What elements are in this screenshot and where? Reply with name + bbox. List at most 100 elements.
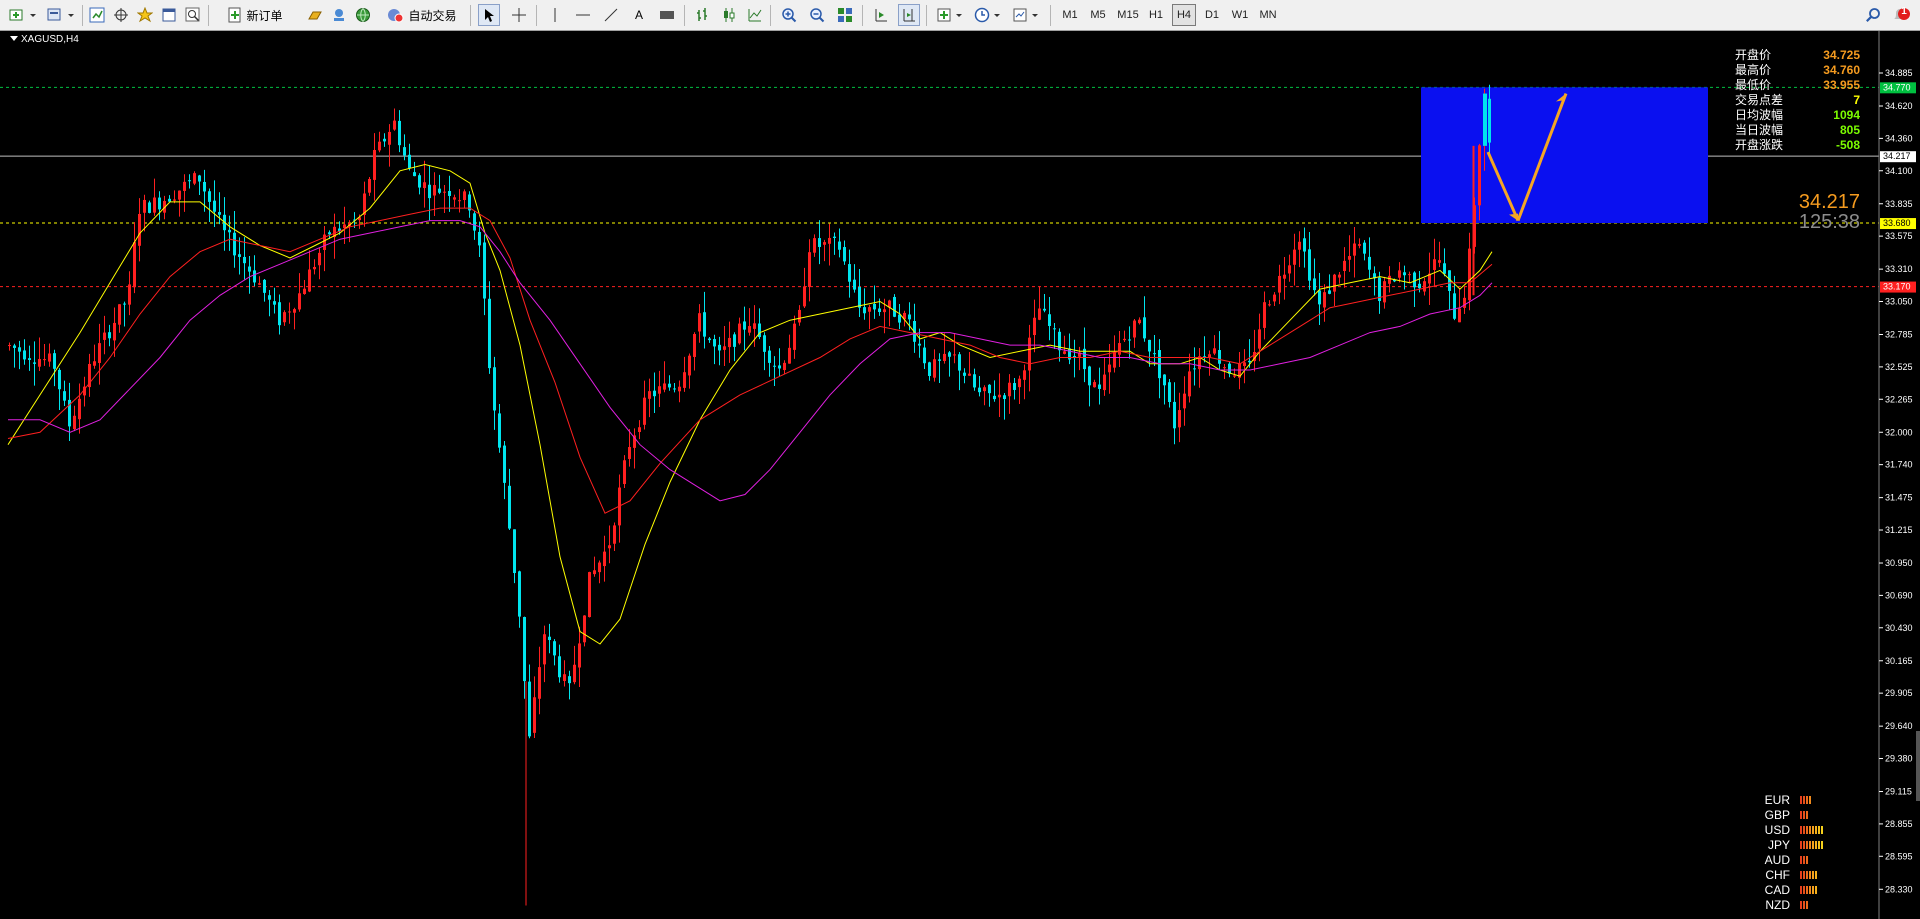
timeframe-d1[interactable]: D1 (1200, 4, 1224, 26)
candle-body (313, 266, 316, 270)
candle-body (443, 191, 446, 193)
timeframe-w1[interactable]: W1 (1228, 4, 1252, 26)
candle-body (318, 252, 321, 266)
candle-body (1418, 283, 1421, 289)
candle-body (1293, 249, 1296, 265)
autoscroll-button[interactable] (870, 4, 892, 26)
cursor-tool-button[interactable] (478, 4, 500, 26)
signals-button[interactable] (328, 4, 350, 26)
currency-name: CAD (1764, 882, 1790, 897)
candle-body (1018, 378, 1021, 388)
new-chart-button[interactable] (6, 4, 40, 26)
candle-body (383, 138, 386, 142)
signals-icon (334, 9, 344, 21)
price-axis-label: 34.885 (1885, 68, 1913, 78)
symbol-label: XAGUSD,H4 (10, 34, 79, 45)
navigator-button[interactable] (110, 4, 132, 26)
scroll-handle[interactable] (1916, 731, 1920, 801)
candle-body (1048, 314, 1051, 326)
price-axis-label: 28.855 (1885, 819, 1913, 829)
bar-chart-button[interactable] (692, 4, 714, 26)
candle-body (1268, 304, 1271, 306)
text-tool-button[interactable]: A (628, 4, 650, 26)
info-row: 开盘价 34.725 (1735, 48, 1860, 63)
horizontal-line-button[interactable] (572, 4, 594, 26)
crosshair-navigator-icon (114, 8, 128, 22)
candle-body (898, 314, 901, 323)
candle-body (343, 224, 346, 229)
trendline-button[interactable] (600, 4, 622, 26)
currency-strength-bars (1800, 870, 1817, 879)
candle-body (1163, 374, 1166, 386)
periods-button[interactable] (972, 4, 1006, 26)
timeframe-m15[interactable]: M15 (1114, 4, 1142, 26)
candle-body (828, 237, 831, 244)
profiles-icon (47, 8, 74, 21)
favorites-button[interactable] (134, 4, 156, 26)
zoom-out-button[interactable] (806, 4, 828, 26)
candle-body (528, 681, 531, 737)
timeframe-mn[interactable]: MN (1256, 4, 1280, 26)
candle-body (18, 347, 21, 352)
projection-box[interactable] (1421, 87, 1708, 224)
new-order-icon (228, 7, 241, 23)
search-button[interactable] (1862, 4, 1884, 26)
candle-body (783, 362, 786, 371)
candle-body (578, 643, 581, 668)
candle-body (63, 391, 66, 401)
candle-body (768, 350, 771, 363)
currency-name: USD (1764, 822, 1790, 837)
candle-body (693, 334, 696, 357)
candle-body (218, 212, 221, 215)
candle-body (803, 286, 806, 307)
candle-body (1348, 256, 1351, 260)
tile-windows-button[interactable] (834, 4, 856, 26)
notifications-button[interactable]: 1 (1888, 4, 1914, 26)
indicators-button[interactable] (934, 4, 968, 26)
candle-body (843, 247, 846, 262)
new-order-button[interactable]: 新订单 (212, 4, 298, 26)
candle-body (1233, 375, 1236, 377)
candle-body (433, 185, 436, 196)
timeframe-h4[interactable]: H4 (1172, 4, 1196, 26)
info-row: 开盘涨跌 -508 (1735, 138, 1860, 153)
candle-body (1008, 382, 1011, 397)
vertical-line-button[interactable] (544, 4, 566, 26)
strategy-tester-button[interactable] (182, 4, 204, 26)
candlestick-button[interactable] (718, 4, 740, 26)
candle-body (728, 337, 731, 348)
profiles-button[interactable] (44, 4, 78, 26)
market-watch-button[interactable] (86, 4, 108, 26)
strength-bar (1806, 900, 1808, 909)
strength-bar (1809, 795, 1811, 804)
info-value: 805 (1839, 123, 1860, 137)
crosshair-tool-button[interactable] (508, 4, 530, 26)
candle-body (1073, 355, 1076, 358)
candle-body (458, 200, 461, 202)
text-label-icon (660, 11, 674, 19)
market-button[interactable] (352, 4, 374, 26)
text-label-button[interactable] (656, 4, 678, 26)
candle-body (568, 676, 571, 684)
crosshair-icon (512, 8, 526, 22)
candle-body (1013, 383, 1016, 390)
chart-area[interactable]: 34.885 34.620 34.360 34.100 33.835 33.575 33.3… (0, 31, 1920, 919)
timeframe-m1[interactable]: M1 (1058, 4, 1082, 26)
candle-body (113, 322, 116, 341)
market-watch-icon (89, 7, 105, 23)
auto-trading-button[interactable]: 自动交易 (378, 4, 466, 26)
timeframe-h1[interactable]: H1 (1144, 4, 1168, 26)
terminal-button[interactable] (158, 4, 180, 26)
timeframe-m5[interactable]: M5 (1086, 4, 1110, 26)
zoom-in-button[interactable] (778, 4, 800, 26)
gold-button[interactable] (304, 4, 326, 26)
templates-button[interactable] (1010, 4, 1044, 26)
price-axis-label: 31.740 (1885, 460, 1913, 470)
candle-body (143, 199, 146, 213)
candle-body (658, 386, 661, 394)
price-chart[interactable]: 34.885 34.620 34.360 34.100 33.835 33.575 33.3… (0, 31, 1920, 919)
line-chart-button[interactable] (744, 4, 766, 26)
price-axis-label: 30.430 (1885, 623, 1913, 633)
price-axis-label: 28.595 (1885, 851, 1913, 861)
chart-shift-button[interactable] (898, 4, 920, 26)
